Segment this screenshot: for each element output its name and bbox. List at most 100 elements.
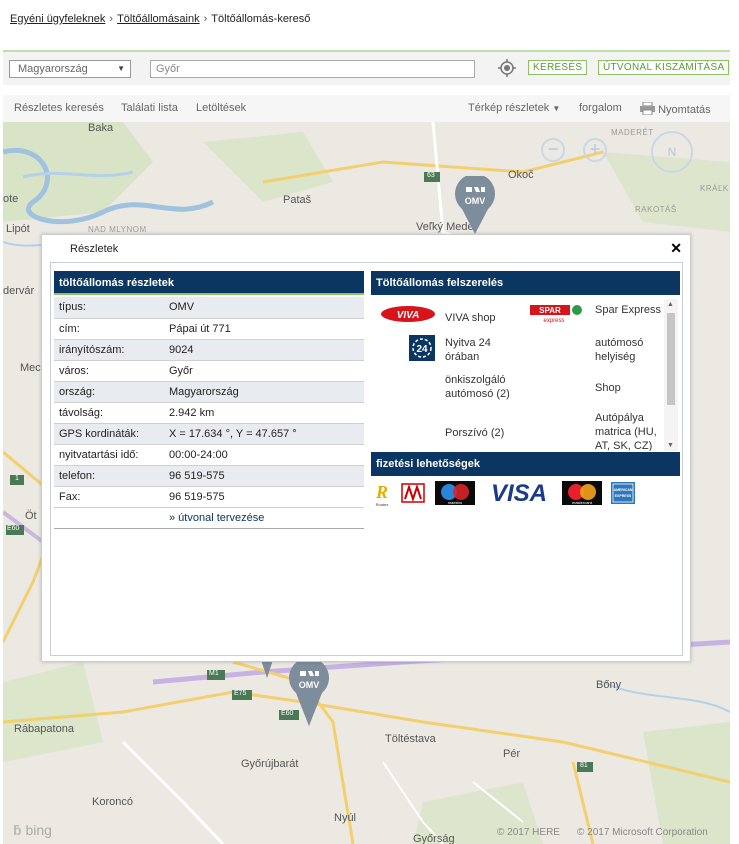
- spar-express-logo: SPAR express: [530, 305, 582, 323]
- route-calculate-button[interactable]: ÚTVONAL KISZÁMÍTÁSA: [598, 60, 730, 75]
- close-icon[interactable]: ✕: [670, 240, 682, 257]
- search-button[interactable]: KERESÉS: [528, 60, 588, 75]
- printer-icon: [640, 101, 655, 116]
- details-row-value: OMV: [164, 297, 364, 319]
- place-label-kralk: KRÁĽK: [700, 184, 729, 193]
- compass-control[interactable]: N: [651, 131, 693, 173]
- equipment-vignette: Autópálya matrica (HU, AT, SK, CZ): [595, 412, 657, 451]
- print-label: Nyomtatás: [658, 104, 711, 116]
- payment-logos: R Routex maestro VISA mastercard AMERICA…: [371, 480, 635, 507]
- viva-logo: VIVA: [381, 306, 435, 322]
- svg-text:Routex: Routex: [376, 502, 389, 507]
- details-panel-header: töltőállomás részletek: [54, 271, 364, 295]
- scroll-down-icon[interactable]: ▼: [667, 442, 674, 449]
- downloads-link[interactable]: Letöltések: [196, 102, 246, 114]
- route-plan-spacer: [54, 507, 164, 529]
- locate-me-icon[interactable]: [497, 58, 517, 78]
- breadcrumb-separator: ›: [203, 13, 208, 25]
- scrollbar-thumb[interactable]: [667, 313, 675, 405]
- svg-text:EXPRESS: EXPRESS: [615, 494, 632, 498]
- equipment-open-24: Nyitva 24 órában: [445, 337, 491, 363]
- omv-station-pin-icon[interactable]: OMV: [454, 176, 496, 236]
- city-input[interactable]: [150, 60, 475, 78]
- details-table: típus: OMV cím: Pápai út 771 irányítószám: 90…: [54, 297, 364, 529]
- details-row-label: Fax:: [54, 486, 164, 508]
- map-details-dropdown[interactable]: Térkép részletek ▼: [468, 102, 560, 114]
- place-label-rabapatona: Rábapatona: [14, 723, 74, 735]
- details-row-label: ország:: [54, 381, 164, 403]
- open-24h-text: 24: [416, 344, 428, 355]
- dropdown-arrow-icon: ▼: [117, 64, 125, 73]
- fuel-card-logo-icon: [401, 483, 425, 503]
- equipment-scrollbar[interactable]: ▲ ▼: [664, 299, 678, 451]
- pin-brand-label: OMV: [299, 680, 320, 690]
- country-select[interactable]: Magyarország ▼: [9, 60, 131, 78]
- road-label-63: 63: [427, 172, 435, 179]
- place-label-mec: Mec: [20, 362, 41, 374]
- place-label-dervar: dervár: [3, 285, 35, 297]
- details-row: távolság: 2.942 km: [54, 402, 364, 424]
- place-label-nyul: Nyúl: [334, 812, 357, 824]
- pin-brand-label: OMV: [465, 196, 486, 206]
- compass-north-label: N: [667, 145, 677, 159]
- road-label-81: 81: [580, 762, 588, 769]
- details-row-value: Pápai út 771: [164, 318, 364, 340]
- details-row-label: irányítószám:: [54, 339, 164, 361]
- svg-text:R: R: [375, 482, 388, 502]
- route-plan-link[interactable]: » útvonal tervezése: [169, 512, 264, 524]
- details-row: típus: OMV: [54, 297, 364, 319]
- breadcrumb: Egyéni ügyfeleknek › Töltőállomásaink › Tölt…: [10, 13, 310, 25]
- place-label-koronco: Koroncó: [92, 796, 133, 808]
- place-label-lipot: Lipót: [6, 223, 30, 235]
- omv-station-pin-selected-icon[interactable]: OMV: [288, 660, 330, 728]
- traffic-toggle[interactable]: forgalom: [579, 102, 622, 114]
- equipment-list: VIVA VIVA shop SPAR express Spar Express…: [371, 297, 681, 451]
- svg-text:mastercard: mastercard: [572, 500, 592, 505]
- spar-sub-text: express: [543, 318, 564, 323]
- place-label-baka: Baka: [88, 122, 114, 134]
- place-label-bony: Bőny: [596, 679, 622, 691]
- details-row-label: nyitvatartási idő:: [54, 444, 164, 466]
- dialog-title: Részletek: [70, 243, 119, 255]
- svg-text:AMERICAN: AMERICAN: [614, 488, 633, 492]
- details-row: nyitvatartási idő: 00:00-24:00: [54, 444, 364, 466]
- details-row-value: Győr: [164, 360, 364, 382]
- details-row: telefon: 96 519-575: [54, 465, 364, 487]
- place-label-maderet: MADERÉT: [611, 128, 654, 137]
- svg-text:maestro: maestro: [448, 500, 463, 505]
- breadcrumb-link-private-customers[interactable]: Egyéni ügyfeleknek: [10, 13, 105, 25]
- equipment-panel-header: Töltőállomás felszerelés: [371, 271, 680, 295]
- place-label-per: Pér: [503, 748, 521, 760]
- zoom-in-button[interactable]: +: [583, 138, 607, 162]
- details-row-value: 2.942 km: [164, 402, 364, 424]
- place-label-gyorsag: Győrság: [413, 833, 455, 844]
- place-label-toltestava: Töltéstava: [385, 733, 436, 745]
- details-row-value: 9024: [164, 339, 364, 361]
- equipment-car-wash: autómosó helyiség: [595, 337, 644, 363]
- zoom-out-button[interactable]: −: [541, 138, 565, 162]
- pin-fragment-icon: [261, 660, 273, 678]
- scroll-up-icon[interactable]: ▲: [667, 301, 674, 308]
- breadcrumb-link-stations[interactable]: Töltőállomásaink: [117, 13, 200, 25]
- visa-logo-icon: VISA: [491, 480, 547, 507]
- viva-logo-text: VIVA: [397, 310, 420, 321]
- place-label-ot: Öt: [25, 510, 37, 522]
- station-details-dialog: Részletek ✕ töltőállomás részletek típus…: [41, 234, 691, 662]
- details-row: irányítószám: 9024: [54, 339, 364, 361]
- detailed-search-link[interactable]: Részletes keresés: [14, 102, 104, 114]
- place-label-ote: ote: [3, 193, 19, 205]
- result-list-link[interactable]: Találati lista: [121, 102, 178, 114]
- details-row-value: 96 519-575: [164, 465, 364, 487]
- amex-logo-icon: AMERICAN EXPRESS: [611, 482, 635, 504]
- bing-label: bing: [25, 822, 52, 838]
- routex-logo-icon: R Routex: [371, 481, 393, 507]
- details-row-label: telefon:: [54, 465, 164, 487]
- place-label-okoc: Okoč: [508, 169, 534, 181]
- place-label-gyorujbarat: Győrújbarát: [241, 758, 299, 770]
- details-row-label: típus:: [54, 297, 164, 319]
- map-details-label: Térkép részletek: [468, 102, 550, 114]
- print-button[interactable]: Nyomtatás: [640, 101, 711, 116]
- place-label-nad-mlynom: NAD MLYNOM: [88, 225, 147, 234]
- details-row-label: város:: [54, 360, 164, 382]
- details-row: cím: Pápai út 771: [54, 318, 364, 340]
